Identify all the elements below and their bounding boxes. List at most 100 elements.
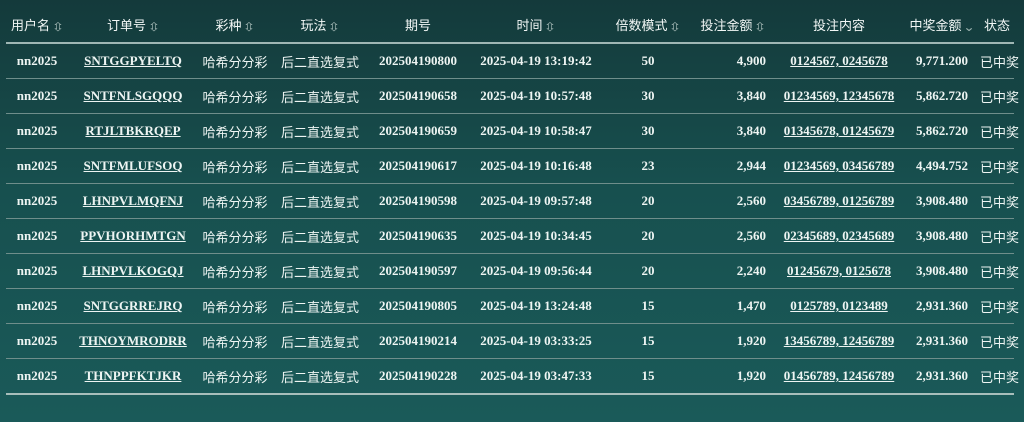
- status-label: 已中奖: [980, 113, 1019, 149]
- cell-username: nn2025: [6, 358, 68, 395]
- sort-updown-icon[interactable]: ⇳: [544, 20, 556, 34]
- cell-play-type: 后二直选复式: [272, 253, 368, 289]
- cell-lottery: 哈希分分彩: [198, 113, 272, 149]
- order-id-cell: SNTFNLSGQQQ: [68, 78, 198, 114]
- table-row: nn2025 LHNPVLKOGQJ 哈希分分彩 后二直选复式 202504190597…: [6, 253, 1019, 289]
- cell-time: 2025-04-19 03:47:33: [468, 358, 604, 395]
- order-id-link[interactable]: THNOYMRODRR: [79, 333, 187, 348]
- header-bet-amount[interactable]: 投注金额 ⇳: [692, 6, 774, 44]
- cell-multiple: 20: [604, 183, 692, 219]
- cell-prize-amount: 5,862.720: [904, 78, 980, 114]
- bet-content-cell: 01456789, 12456789: [774, 358, 904, 395]
- order-id-link[interactable]: SNTGGRREJRQ: [84, 298, 183, 313]
- table-row: nn2025 SNTFMLUFSOQ 哈希分分彩 后二直选复式 202504190617…: [6, 148, 1019, 184]
- bet-content-link[interactable]: 13456789, 12456789: [784, 333, 895, 348]
- cell-bet-amount: 1,920: [692, 358, 774, 395]
- header-play-type[interactable]: 玩法 ⇳: [272, 6, 368, 44]
- order-id-cell: LHNPVLKOGQJ: [68, 253, 198, 289]
- sort-updown-icon[interactable]: ⇳: [52, 20, 64, 34]
- status-label: 已中奖: [980, 253, 1019, 289]
- sort-updown-icon[interactable]: ⇳: [328, 20, 340, 34]
- status-label: 已中奖: [980, 183, 1019, 219]
- order-id-link[interactable]: SNTGGPYELTQ: [84, 53, 182, 68]
- cell-play-type: 后二直选复式: [272, 358, 368, 395]
- status-label: 已中奖: [980, 323, 1019, 359]
- cell-period: 202504190617: [368, 148, 468, 184]
- order-id-link[interactable]: THNPPFKTJKR: [85, 368, 182, 383]
- table-row: nn2025 SNTGGRREJRQ 哈希分分彩 后二直选复式 202504190805…: [6, 288, 1019, 324]
- bet-records-table: 用户名 ⇳ 订单号 ⇳ 彩种 ⇳ 玩法 ⇳ 期号 时间 ⇳ 倍数模式 ⇳ 投注金额 ⇳ 投注内…: [6, 6, 1019, 395]
- cell-play-type: 后二直选复式: [272, 148, 368, 184]
- cell-period: 202504190658: [368, 78, 468, 114]
- cell-username: nn2025: [6, 183, 68, 219]
- order-id-link[interactable]: SNTFNLSGQQQ: [84, 88, 183, 103]
- header-prize-amount[interactable]: 中奖金额 ⌄: [904, 6, 980, 44]
- cell-multiple: 23: [604, 148, 692, 184]
- sort-updown-icon[interactable]: ⇳: [148, 20, 160, 34]
- cell-lottery: 哈希分分彩: [198, 183, 272, 219]
- status-label: 已中奖: [980, 288, 1019, 324]
- cell-bet-amount: 4,900: [692, 43, 774, 79]
- table-row: nn2025 SNTGGPYELTQ 哈希分分彩 后二直选复式 202504190800…: [6, 43, 1019, 79]
- cell-bet-amount: 2,560: [692, 183, 774, 219]
- bet-content-link[interactable]: 03456789, 01256789: [784, 193, 895, 208]
- sort-updown-icon[interactable]: ⇳: [754, 20, 766, 34]
- bet-records-panel: 用户名 ⇳ 订单号 ⇳ 彩种 ⇳ 玩法 ⇳ 期号 时间 ⇳ 倍数模式 ⇳ 投注金额 ⇳ 投注内…: [0, 0, 1024, 422]
- cell-time: 2025-04-19 13:24:48: [468, 288, 604, 324]
- order-id-link[interactable]: PPVHORHMTGN: [80, 228, 185, 243]
- cell-multiple: 15: [604, 358, 692, 395]
- cell-lottery: 哈希分分彩: [198, 148, 272, 184]
- bet-content-link[interactable]: 02345689, 02345689: [784, 228, 895, 243]
- order-id-cell: THNPPFKTJKR: [68, 358, 198, 395]
- order-id-link[interactable]: LHNPVLMQFNJ: [83, 193, 183, 208]
- cell-play-type: 后二直选复式: [272, 78, 368, 114]
- table-row: nn2025 RTJLTBKRQEP 哈希分分彩 后二直选复式 202504190659…: [6, 113, 1019, 149]
- cell-play-type: 后二直选复式: [272, 43, 368, 79]
- bet-content-link[interactable]: 0125789, 0123489: [790, 298, 888, 313]
- sort-updown-icon[interactable]: ⇳: [669, 20, 681, 34]
- bet-content-link[interactable]: 01345678, 01245679: [784, 123, 895, 138]
- cell-lottery: 哈希分分彩: [198, 253, 272, 289]
- header-multiple[interactable]: 倍数模式 ⇳: [604, 6, 692, 44]
- cell-bet-amount: 1,920: [692, 323, 774, 359]
- bet-content-link[interactable]: 01456789, 12456789: [784, 368, 895, 383]
- cell-multiple: 20: [604, 253, 692, 289]
- cell-bet-amount: 3,840: [692, 78, 774, 114]
- order-id-link[interactable]: RTJLTBKRQEP: [85, 123, 180, 138]
- bet-content-link[interactable]: 01234569, 03456789: [784, 158, 895, 173]
- header-lottery[interactable]: 彩种 ⇳: [198, 6, 272, 44]
- header-status: 状态: [980, 6, 1014, 44]
- cell-bet-amount: 3,840: [692, 113, 774, 149]
- bet-content-link[interactable]: 0124567, 0245678: [790, 53, 888, 68]
- cell-multiple: 20: [604, 218, 692, 254]
- status-label: 已中奖: [980, 78, 1019, 114]
- order-id-cell: SNTGGRREJRQ: [68, 288, 198, 324]
- table-row: nn2025 THNOYMRODRR 哈希分分彩 后二直选复式 202504190214…: [6, 323, 1019, 359]
- cell-bet-amount: 2,560: [692, 218, 774, 254]
- cell-lottery: 哈希分分彩: [198, 323, 272, 359]
- cell-time: 2025-04-19 09:57:48: [468, 183, 604, 219]
- sort-down-icon[interactable]: ⌄: [963, 20, 975, 34]
- status-label: 已中奖: [980, 358, 1019, 395]
- bet-content-cell: 0124567, 0245678: [774, 43, 904, 79]
- sort-updown-icon[interactable]: ⇳: [243, 20, 255, 34]
- cell-username: nn2025: [6, 218, 68, 254]
- cell-period: 202504190805: [368, 288, 468, 324]
- cell-multiple: 30: [604, 113, 692, 149]
- header-username[interactable]: 用户名 ⇳: [6, 6, 68, 44]
- cell-play-type: 后二直选复式: [272, 113, 368, 149]
- header-order-id[interactable]: 订单号 ⇳: [68, 6, 198, 44]
- order-id-link[interactable]: SNTFMLUFSOQ: [84, 158, 183, 173]
- cell-multiple: 15: [604, 288, 692, 324]
- cell-play-type: 后二直选复式: [272, 323, 368, 359]
- cell-period: 202504190659: [368, 113, 468, 149]
- cell-bet-amount: 2,240: [692, 253, 774, 289]
- cell-username: nn2025: [6, 323, 68, 359]
- bet-content-link[interactable]: 01234569, 12345678: [784, 88, 895, 103]
- order-id-link[interactable]: LHNPVLKOGQJ: [82, 263, 183, 278]
- bet-content-link[interactable]: 01245679, 0125678: [787, 263, 891, 278]
- order-id-cell: RTJLTBKRQEP: [68, 113, 198, 149]
- table-row: nn2025 THNPPFKTJKR 哈希分分彩 后二直选复式 202504190228…: [6, 358, 1019, 395]
- header-time[interactable]: 时间 ⇳: [468, 6, 604, 44]
- status-label: 已中奖: [980, 218, 1019, 254]
